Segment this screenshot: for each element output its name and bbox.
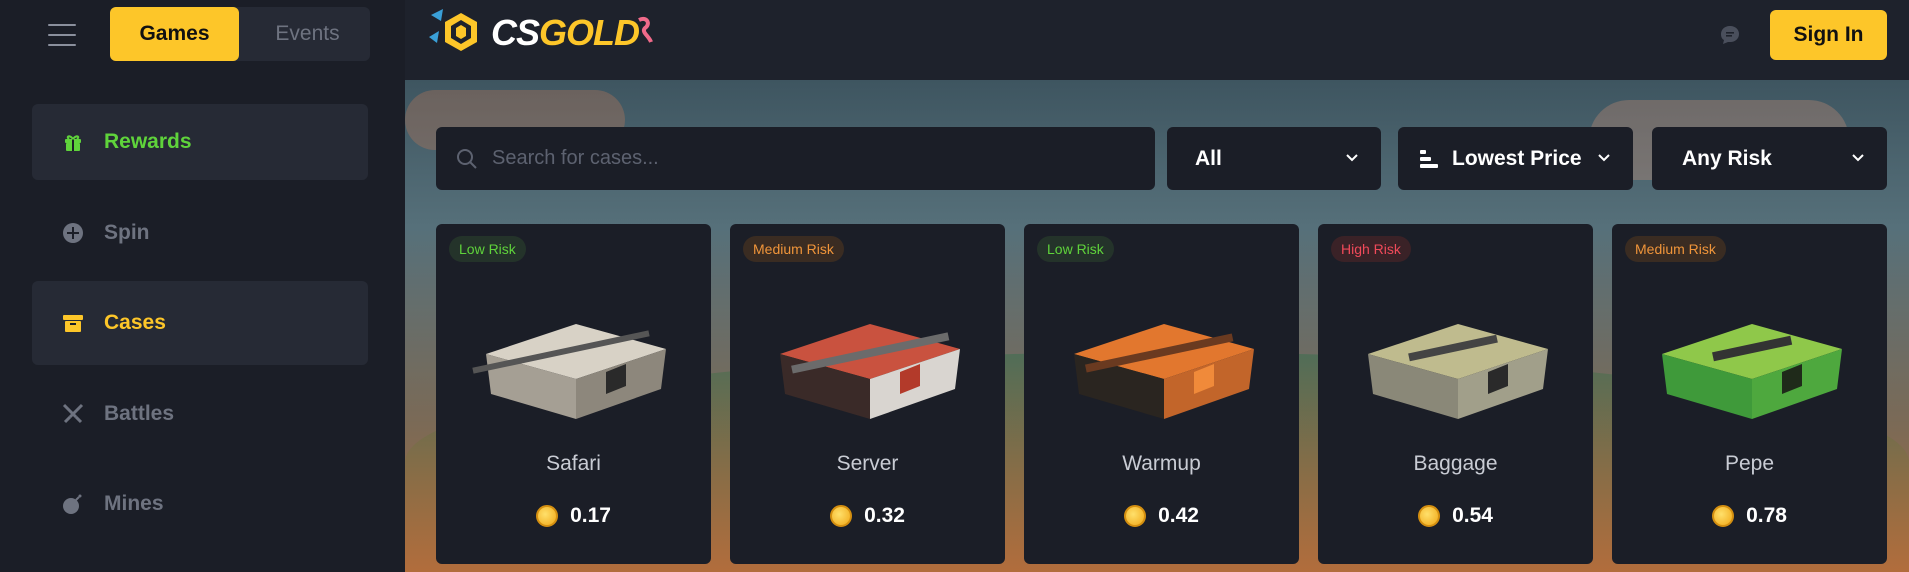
risk-badge: Medium Risk: [743, 236, 844, 262]
category-value: All: [1195, 146, 1222, 170]
case-price: 0.78: [1612, 504, 1887, 528]
price-value: 0.78: [1746, 504, 1787, 527]
search-icon: [457, 148, 477, 169]
search-input[interactable]: [492, 147, 1132, 170]
case-name: Server: [836, 452, 899, 475]
risk-value: Any Risk: [1682, 146, 1772, 170]
price-value: 0.42: [1158, 504, 1199, 527]
price-value: 0.32: [864, 504, 905, 527]
case-price: 0.42: [1024, 504, 1299, 528]
case-card[interactable]: High Risk Baggage 0.54: [1318, 224, 1593, 564]
risk-badge: Low Risk: [1037, 236, 1114, 262]
case-card[interactable]: Low Risk Warmup 0.42: [1024, 224, 1299, 564]
sidebar: Games Events Rewards Spin Cases Battles …: [0, 0, 405, 572]
bomb-icon: [62, 493, 84, 515]
case-name: Baggage: [1413, 452, 1498, 475]
coin-icon: [1712, 505, 1735, 527]
case-image: [780, 324, 960, 419]
risk-badge: Medium Risk: [1625, 236, 1726, 262]
sidebar-item-battles[interactable]: Battles: [32, 376, 368, 452]
sidebar-item-spin[interactable]: Spin: [32, 195, 368, 271]
app-root: Games Events Rewards Spin Cases Battles …: [0, 0, 1909, 572]
case-name: Pepe: [1724, 452, 1775, 475]
search-bar: [436, 127, 1155, 190]
sidebar-item-label: Battles: [104, 402, 175, 425]
tab-games[interactable]: Games: [110, 7, 239, 61]
sort-value: Lowest Price: [1452, 146, 1582, 170]
case-card[interactable]: Medium Risk Server 0.32: [730, 224, 1005, 564]
price-value: 0.54: [1452, 504, 1493, 527]
sidebar-item-label: Cases: [104, 311, 166, 334]
case-card[interactable]: Low Risk Safari 0.17: [436, 224, 711, 564]
sidebar-item-cases[interactable]: Cases: [32, 281, 368, 365]
plus-circle-icon: [62, 222, 84, 244]
chevron-down-icon: [1346, 154, 1358, 162]
case-price: 0.32: [730, 504, 1005, 528]
chat-icon[interactable]: [1719, 24, 1741, 46]
menu-icon[interactable]: [48, 24, 76, 46]
price-value: 0.17: [570, 504, 611, 527]
category-select[interactable]: All: [1167, 127, 1381, 190]
case-card[interactable]: Medium Risk Pepe 0.78: [1612, 224, 1887, 564]
case-image: [472, 324, 666, 419]
coin-icon: [830, 505, 853, 527]
crossed-swords-icon: [62, 403, 84, 425]
chevron-down-icon: [1598, 154, 1610, 162]
sort-icon: [1420, 149, 1438, 168]
risk-select[interactable]: Any Risk: [1652, 127, 1887, 190]
case-image: [1368, 324, 1548, 419]
sidebar-item-label: Spin: [104, 221, 150, 244]
gift-icon: [62, 131, 84, 153]
box-icon: [62, 312, 84, 334]
case-image: [1662, 324, 1842, 419]
sort-select[interactable]: Lowest Price: [1398, 127, 1633, 190]
coin-icon: [536, 505, 559, 527]
sign-in-button[interactable]: Sign In: [1770, 10, 1887, 60]
tab-events[interactable]: Events: [245, 7, 370, 61]
sidebar-item-label: Mines: [104, 492, 164, 515]
case-price: 0.54: [1318, 504, 1593, 528]
logo-text: CSGOLD: [491, 12, 640, 53]
coin-icon: [1124, 505, 1147, 527]
logo[interactable]: CSGOLD: [427, 6, 655, 60]
case-name: Warmup: [1122, 452, 1201, 475]
chevron-down-icon: [1852, 154, 1864, 162]
case-name: Safari: [546, 452, 601, 475]
risk-badge: High Risk: [1331, 236, 1411, 262]
coin-icon: [1418, 505, 1441, 527]
top-tabs: Games Events: [110, 7, 370, 61]
main-content: All Lowest Price Any Risk Low Risk: [405, 80, 1909, 572]
sidebar-item-rewards[interactable]: Rewards: [32, 104, 368, 180]
case-price: 0.17: [436, 504, 711, 528]
sidebar-item-label: Rewards: [104, 130, 192, 153]
sidebar-item-mines[interactable]: Mines: [32, 466, 368, 542]
logo-icon: [429, 9, 477, 51]
flamingo-icon: [638, 17, 653, 43]
case-image: [1074, 324, 1254, 419]
header: CSGOLD Sign In: [405, 0, 1909, 80]
risk-badge: Low Risk: [449, 236, 526, 262]
